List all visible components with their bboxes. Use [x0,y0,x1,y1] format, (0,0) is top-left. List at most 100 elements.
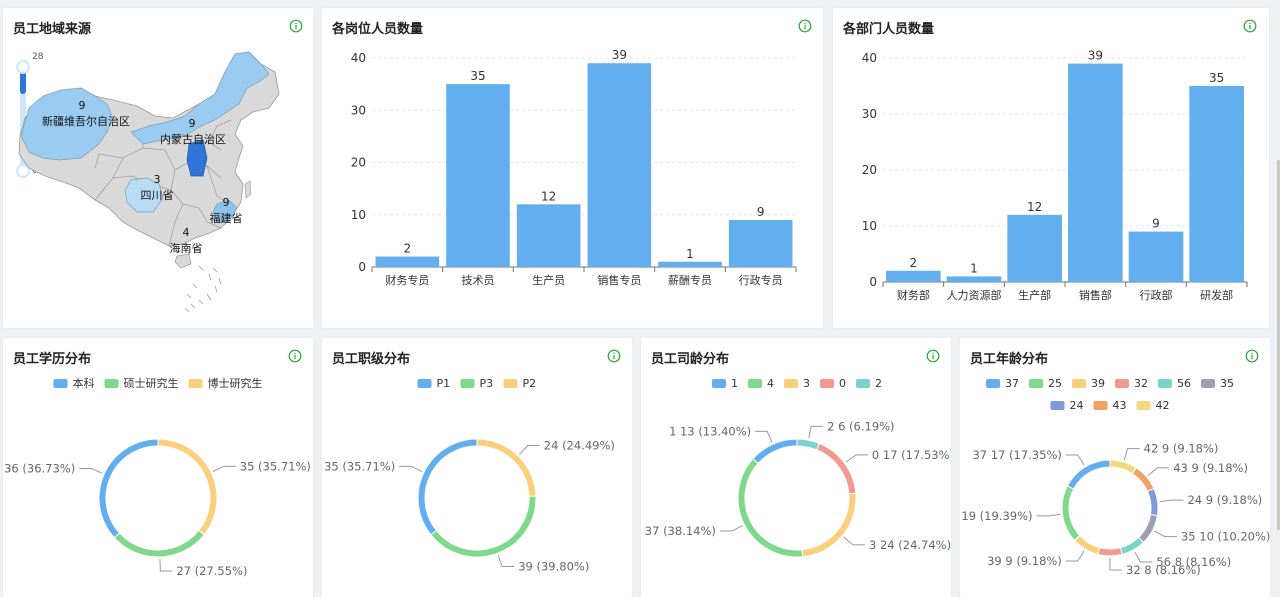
bar [446,84,510,267]
donut-label-line [843,536,866,546]
legend-label: 0 [839,377,846,390]
map-value-fujian: 9 [223,196,230,209]
legend-swatch [188,379,203,388]
map-legend-handle-bottom[interactable] [16,164,30,178]
legend-swatch [53,379,68,388]
donut-slice [476,438,537,497]
bar-value-label: 2 [404,242,412,256]
y-tick-label: 30 [862,107,877,121]
department-bar-chart[interactable]: 0 10 20 30 40 2 财务部 1 人力资源部 12 生产部 39 销售部 9 行政部 35 研发部 [833,8,1269,328]
bar-value-label: 35 [1209,71,1224,85]
donut-slice [417,438,478,536]
legend-label: 39 [1091,377,1105,390]
education-donut-chart[interactable]: 本科 硕士研究生 博士研究生 35 (35.71%) 27 (27.55%) 36 (36… [3,338,313,597]
donut-label: 39 (39.80%) [518,560,589,574]
legend-swatch [1029,379,1043,388]
map-label-fujian: 福建省 [210,211,243,225]
donut-label: 2 6 (6.19%) [827,419,894,433]
x-tick-label: 财务部 [897,288,930,302]
donut-label-line [1036,513,1061,517]
age-card: 员工年龄分布 37 25 39 32 56 35 24 43 42 42 9 (9.18%) 43 … [960,338,1270,597]
bar [658,261,722,267]
x-tick-label: 销售部 [1079,288,1112,302]
donut-label-line [1147,467,1170,476]
donut-label-line [1123,448,1140,461]
x-tick-label: 行政专员 [739,273,783,287]
map-value-neimenggu: 9 [189,117,196,130]
age-donut-chart[interactable]: 37 25 39 32 56 35 24 43 42 42 9 (9.18%) 43 9 (9.18… [960,338,1270,597]
donut-label: 3 24 (24.74%) [869,538,951,552]
donut-label-line [159,558,173,572]
map-label-hainan: 海南省 [170,241,203,255]
map-legend-handle-top[interactable] [16,60,30,74]
donut-slice [1073,534,1101,556]
grade-donut-chart[interactable]: P1 P3 P2 24 (24.49%) 39 (39.80%) 35 (35.71%) [322,338,632,597]
bar [1068,63,1123,282]
donut-slice [801,492,857,558]
legend-swatch [820,379,834,388]
x-tick-label: 销售专员 [597,273,641,287]
donut-label-line [519,445,540,455]
bar-value-label: 12 [541,189,556,203]
donut-label-line [1154,530,1177,538]
donut-slice [1131,467,1155,493]
donut-label-line [1109,558,1122,571]
tenure-donut-chart[interactable]: 1 4 3 0 2 2 6 (6.19%) 0 17 (17.53%) 3 24 (24.74… [641,338,951,597]
bar [1189,86,1244,282]
legend-swatch [712,379,726,388]
donut-slice [430,495,537,558]
donut-slice [752,438,798,465]
china-map[interactable]: 28 0 9 新疆维吾尔自治区 9 内蒙古自治区 3 四川省 9 福建省 4 [3,8,313,328]
legend-label: 32 [1134,377,1148,390]
legend-swatch [1115,379,1129,388]
x-tick-label: 薪酬专员 [668,273,712,287]
region-card: 员工地域来源 28 0 9 新疆维吾尔自治区 9 [3,8,313,328]
bar-value-label: 1 [970,261,978,275]
y-tick-label: 30 [351,103,366,117]
position-bar-chart[interactable]: 0 10 20 30 40 2 财务专员 35 技术员 12 生产员 39 销售专员 1 薪酬专员 9 行政专员 [322,8,823,328]
donut-label: 1 13 (13.40%) [669,424,751,438]
map-region-hainan[interactable] [174,253,192,269]
donut-label: 39 9 (9.18%) [987,554,1062,568]
map-label-sichuan: 四川省 [141,189,174,202]
bar [1007,214,1062,282]
map-label-neimenggu: 内蒙古自治区 [160,132,226,146]
donut-slice [737,458,804,558]
bar-value-label: 9 [1152,217,1160,231]
bar-value-label: 35 [470,69,485,83]
donut-label: 25 19 (19.39%) [960,509,1033,523]
legend-swatch [986,379,1000,388]
bar-value-label: 1 [686,247,694,261]
donut-label: 32 8 (8.16%) [1126,563,1201,577]
donut-slice [98,438,159,539]
donut-label: 24 9 (9.18%) [1187,493,1262,507]
donut-label: 35 (35.71%) [240,459,311,473]
x-tick-label: 研发部 [1200,288,1233,302]
legend-swatch [460,379,475,388]
donut-slice [113,529,205,558]
y-tick-label: 0 [869,275,877,289]
donut-label: 37 17 (17.35%) [972,448,1061,462]
map-value-xinjiang: 9 [79,99,86,112]
legend-swatch [748,379,762,388]
donut-label: 4 37 (38.14%) [641,524,716,538]
donut-slice [816,442,857,495]
legend-label: 本科 [73,376,95,390]
legend-swatch [104,379,119,388]
legend-swatch [1136,401,1151,410]
donut-slice [1061,485,1081,541]
donut-slice [1109,459,1137,475]
x-tick-label: 生产员 [532,273,565,287]
x-tick-label: 生产部 [1018,288,1051,302]
donut-label-line [755,430,773,443]
map-value-sichuan: 3 [154,173,161,186]
donut-label-line [1065,454,1085,466]
donut-label-line [808,425,824,439]
grade-card: 员工职级分布 P1 P3 P2 24 (24.49%) 39 (39.80%) 35 (3… [322,338,632,597]
map-value-hainan: 4 [183,226,190,239]
legend-label: 4 [767,377,774,390]
bar [375,256,440,267]
donut-slice [1066,459,1111,490]
legend-label: 2 [875,377,882,390]
map-region-taiwan[interactable] [244,180,252,199]
